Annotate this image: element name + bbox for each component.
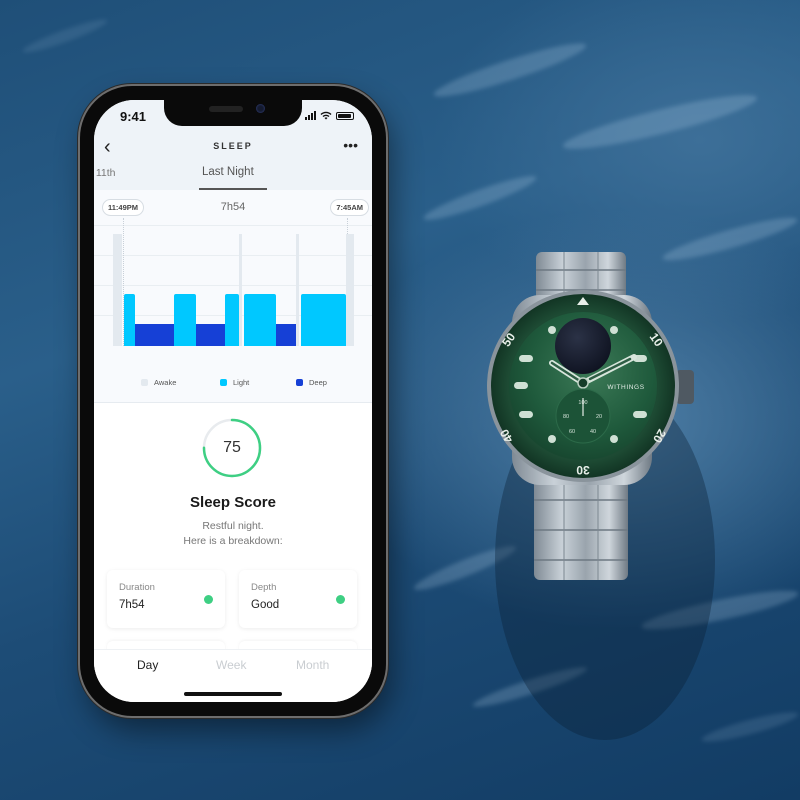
tab-last-night[interactable]: Last Night [202,166,254,178]
phone-screen: 9:41 ‹ SLEEP ••• t 11th Last Night 11:49… [94,100,372,702]
gridline [94,225,372,226]
bezel-triangle [577,297,589,305]
watch-hands [549,354,637,389]
card-value: Good [251,599,280,611]
chart-bar-light [173,294,196,346]
chart-bar-deep [134,324,174,346]
status-dot [336,595,345,604]
svg-text:80: 80 [563,414,569,420]
speaker-grille [209,106,243,112]
card-label: Duration [119,582,155,593]
bezel-numbers: 10 20 30 40 50 [497,330,669,477]
status-icons [305,111,354,120]
svg-text:40: 40 [590,429,596,435]
wifi-icon [320,111,332,120]
score-value: 75 [223,439,241,456]
score-description: Restful night. Here is a breakdown: [94,519,372,549]
phone-notch [164,100,302,126]
svg-text:40: 40 [497,426,516,445]
end-time-pill: 7:45AM [330,199,369,216]
signal-icon [305,111,316,120]
score-line-1: Restful night. [202,520,264,532]
phone-mockup: 9:41 ‹ SLEEP ••• t 11th Last Night 11:49… [80,86,386,716]
watch-crown[interactable] [676,370,694,404]
legend-swatch-awake [141,379,148,386]
duration-card[interactable]: Duration 7h54 [107,570,225,628]
watch-brand: WITHINGS [607,384,644,391]
battery-icon [336,112,354,120]
status-time: 9:41 [120,109,147,124]
chart-bar-light [224,294,240,346]
legend-awake: Awake [141,378,176,387]
home-indicator[interactable] [184,692,282,696]
legend-swatch-deep [296,379,303,386]
svg-text:100: 100 [578,400,587,406]
svg-text:50: 50 [499,330,518,349]
legend-deep: Deep [296,378,327,387]
card-label: Depth [251,582,277,593]
chart-bar-deep [275,324,297,346]
more-dots-icon[interactable]: ••• [343,137,358,153]
svg-text:30: 30 [576,463,590,477]
tab-month[interactable]: Month [296,658,329,672]
tab-day[interactable]: Day [137,658,158,672]
tab-previous-day[interactable]: t 11th [94,167,116,179]
status-dot [204,595,213,604]
bracelet [534,252,628,580]
legend-light: Light [220,378,249,387]
svg-text:60: 60 [569,429,575,435]
chart-bar-light [123,294,135,346]
gridline [94,285,372,286]
sleep-chart: 11:49PM 7h54 7:45AM Awake Light Deep [94,190,372,403]
gridline [94,255,372,256]
bezel [491,294,675,478]
chart-bar-light [244,294,276,346]
tab-week[interactable]: Week [216,658,246,672]
score-title: Sleep Score [190,494,276,511]
sleep-score-section: 75 Sleep Score Restful night. Here is a … [94,403,372,663]
svg-text:10: 10 [647,330,666,349]
svg-text:20: 20 [650,427,669,446]
score-line-2: Here is a breakdown: [183,535,283,547]
page-title: SLEEP [213,141,253,151]
svg-text:20: 20 [596,414,602,420]
legend-swatch-light [220,379,227,386]
bottom-tab-bar: Day Week Month [94,649,372,702]
chart-bar-awake [113,234,122,346]
watch-dial [509,312,657,460]
front-camera [256,104,265,113]
chart-bar-light [301,294,347,346]
hour-indices [514,326,647,443]
chart-bar-awake [296,234,300,346]
bezel-edge [487,290,679,482]
watch-subdial [555,388,611,444]
chart-bar-awake [239,234,243,346]
chart-bar-deep [195,324,225,346]
chart-bar-awake [346,234,354,346]
watch-oled-screen [555,318,611,374]
subdial-numbers: 100 20 40 60 80 [563,400,602,435]
watch-case [512,295,652,485]
depth-card[interactable]: Depth Good [239,570,357,628]
card-value: 7h54 [119,599,145,611]
